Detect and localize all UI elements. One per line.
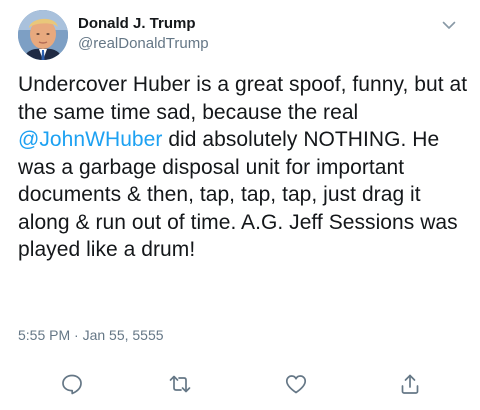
share-icon[interactable]	[398, 372, 422, 396]
avatar[interactable]	[18, 10, 68, 60]
profile-photo-icon	[18, 10, 68, 60]
tweet-text-start: Undercover Huber is a great spoof, funny…	[18, 73, 468, 124]
tweet-header: Donald J. Trump @realDonaldTrump	[18, 10, 464, 68]
tweet-text: Undercover Huber is a great spoof, funny…	[18, 71, 468, 264]
retweet-icon[interactable]	[168, 372, 192, 396]
chevron-down-icon[interactable]	[440, 16, 458, 34]
reply-icon[interactable]	[60, 372, 84, 396]
display-name[interactable]: Donald J. Trump	[78, 14, 209, 34]
mention-link[interactable]: @JohnWHuber	[18, 128, 162, 151]
author-names: Donald J. Trump @realDonaldTrump	[78, 14, 209, 54]
action-bar	[0, 368, 480, 400]
tweet-card: Donald J. Trump @realDonaldTrump Underco…	[0, 0, 480, 410]
heart-icon[interactable]	[284, 372, 308, 396]
user-handle[interactable]: @realDonaldTrump	[78, 34, 209, 54]
tweet-timestamp[interactable]: 5:55 PM · Jan 55, 5555	[18, 326, 164, 344]
